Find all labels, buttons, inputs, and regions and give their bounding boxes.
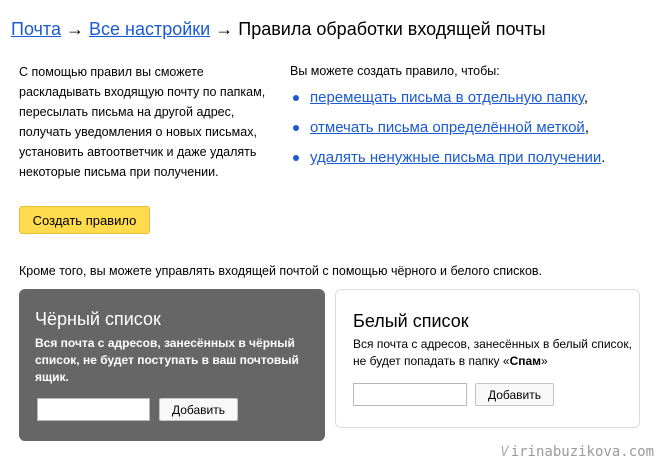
blacklist-description: Вся почта с адресов, занесённых в чёрный… bbox=[35, 336, 299, 384]
blacklist-address-input[interactable] bbox=[37, 398, 150, 421]
whitelist-panel: Белый список Вся почта с адресов, занесё… bbox=[335, 289, 640, 428]
bullet-icon bbox=[293, 125, 299, 131]
watermark: Virinabuzikova.com bbox=[500, 444, 654, 460]
whitelist-description: Вся почта с адресов, занесённых в белый … bbox=[353, 336, 633, 370]
list-item-punct: , bbox=[584, 119, 589, 136]
page-title: Правила обработки входящей почты bbox=[238, 19, 546, 39]
lists-intro-text: Кроме того, вы можете управлять входящей… bbox=[19, 264, 543, 278]
list-item: отмечать письма определённой меткой, bbox=[290, 118, 605, 148]
blacklist-panel: Чёрный список Вся почта с адресов, занес… bbox=[19, 289, 325, 441]
watermark-logo-icon: V bbox=[500, 444, 509, 460]
delete-on-receive-link[interactable]: удалять ненужные письма при получении bbox=[310, 149, 601, 166]
whitelist-desc-end: » bbox=[541, 354, 548, 368]
bullet-icon bbox=[293, 95, 299, 101]
breadcrumb: Почта → Все настройки → Правила обработк… bbox=[11, 17, 546, 41]
spam-folder-name: Спам bbox=[509, 354, 542, 368]
list-item: перемещать письма в отдельную папку, bbox=[290, 88, 605, 118]
create-rule-button[interactable]: Создать правило bbox=[19, 206, 150, 234]
move-to-folder-link[interactable]: перемещать письма в отдельную папку bbox=[310, 89, 584, 106]
blacklist-title: Чёрный список bbox=[35, 309, 161, 329]
list-item-punct: . bbox=[601, 149, 606, 166]
breadcrumb-arrow: → bbox=[66, 19, 84, 39]
breadcrumb-mail-link[interactable]: Почта bbox=[11, 19, 61, 39]
breadcrumb-settings-link[interactable]: Все настройки bbox=[89, 19, 210, 39]
list-item-punct: , bbox=[583, 89, 589, 106]
whitelist-desc-text: Вся почта с адресов, занесённых в белый … bbox=[353, 337, 632, 368]
bullet-icon bbox=[293, 155, 299, 161]
list-item: удалять ненужные письма при получении. bbox=[290, 148, 605, 178]
breadcrumb-arrow: → bbox=[215, 19, 234, 39]
whitelist-title: Белый список bbox=[353, 311, 469, 331]
whitelist-address-input[interactable] bbox=[353, 383, 467, 406]
whitelist-add-button[interactable]: Добавить bbox=[475, 383, 554, 406]
can-create-list: перемещать письма в отдельную папку, отм… bbox=[290, 88, 605, 178]
rules-intro-text: С помощью правил вы сможете раскладывать… bbox=[19, 65, 266, 179]
blacklist-add-button[interactable]: Добавить bbox=[159, 398, 238, 421]
can-create-title: Вы можете создать правило, чтобы: bbox=[290, 64, 500, 78]
watermark-text: irinabuzikova.com bbox=[510, 444, 654, 460]
mark-with-label-link[interactable]: отмечать письма определённой меткой bbox=[310, 119, 585, 136]
